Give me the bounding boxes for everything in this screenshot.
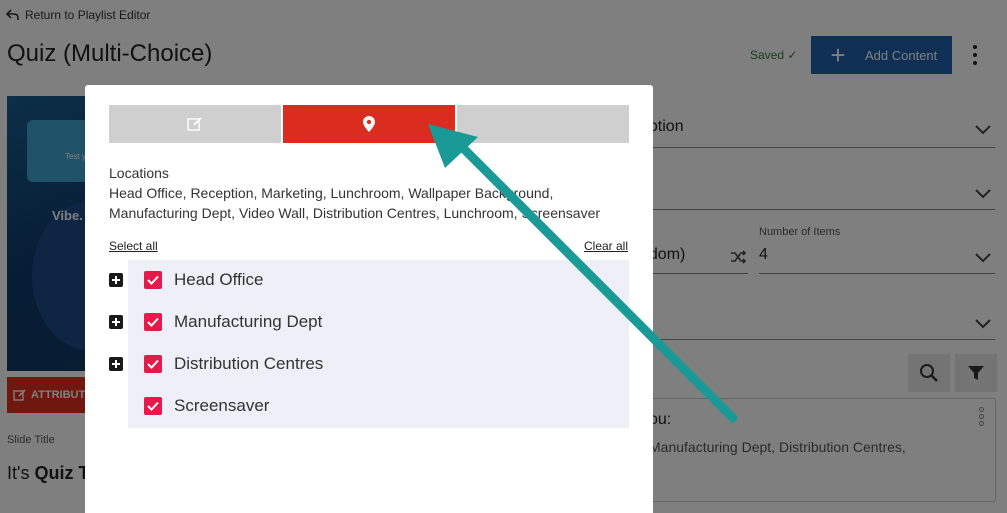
- checkbox-checked-icon[interactable]: [144, 313, 162, 331]
- expand-icon[interactable]: [109, 273, 123, 287]
- checkbox-checked-icon[interactable]: [144, 355, 162, 373]
- locations-modal: Locations Head Office, Reception, Market…: [85, 85, 653, 513]
- locations-label: Locations: [109, 165, 169, 181]
- tree-item-head-office[interactable]: Head Office: [109, 260, 629, 300]
- tree-item-label: Screensaver: [174, 396, 270, 415]
- modal-tabs: [109, 105, 629, 143]
- tab-third[interactable]: [457, 105, 629, 143]
- locations-summary: Head Office, Reception, Marketing, Lunch…: [109, 185, 601, 221]
- tab-edit[interactable]: [109, 105, 281, 143]
- select-all-link[interactable]: Select all: [109, 239, 158, 253]
- clear-all-link[interactable]: Clear all: [584, 239, 628, 253]
- location-pin-icon: [363, 116, 375, 132]
- tree-item-label: Head Office: [174, 270, 264, 289]
- tree-item-label: Manufacturing Dept: [174, 312, 323, 331]
- tab-locations[interactable]: [283, 105, 455, 143]
- edit-icon: [187, 117, 202, 131]
- tree-item-distribution-centres[interactable]: Distribution Centres: [109, 344, 629, 384]
- checkbox-checked-icon[interactable]: [144, 271, 162, 289]
- expand-icon[interactable]: [109, 315, 123, 329]
- expand-icon[interactable]: [109, 357, 123, 371]
- location-tree: Head Office Manufacturing Dept Distribut…: [109, 260, 629, 428]
- tree-item-manufacturing-dept[interactable]: Manufacturing Dept: [109, 302, 629, 342]
- checkbox-checked-icon[interactable]: [144, 397, 162, 415]
- tree-item-screensaver[interactable]: Screensaver: [128, 386, 629, 426]
- tree-item-label: Distribution Centres: [174, 354, 324, 373]
